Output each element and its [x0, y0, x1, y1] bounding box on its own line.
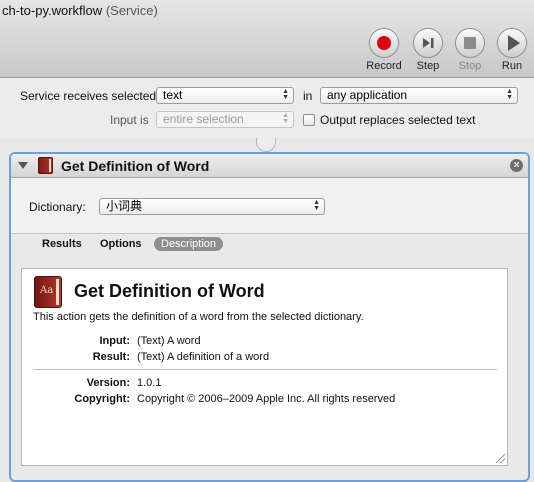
action-tabs: Results Options Description — [11, 234, 528, 256]
description-pane: Aa Get Definition of Word This action ge… — [21, 268, 508, 466]
input-key: Input: — [99, 335, 130, 347]
tab-options[interactable]: Options — [100, 238, 142, 250]
close-icon[interactable]: × — [510, 159, 523, 172]
book-icon-text: Aa — [40, 285, 54, 296]
run-icon — [508, 35, 520, 51]
dictionary-label: Dictionary: — [29, 200, 86, 214]
action-options: Dictionary: 小词典 ▲ ▼ — [11, 178, 528, 234]
service-receives-label: Service receives selected — [20, 89, 157, 103]
disclosure-triangle-icon[interactable] — [18, 162, 28, 169]
application-popup[interactable]: any application ▲ ▼ — [320, 87, 518, 104]
popup-arrows-icon: ▲ ▼ — [313, 199, 320, 212]
window-title-name: ch-to-py.workflow — [2, 3, 103, 18]
description-summary: This action gets the definition of a wor… — [33, 311, 364, 323]
stop-icon — [464, 37, 476, 49]
popup-arrows-icon: ▲ ▼ — [282, 88, 289, 101]
service-receives-popup[interactable]: text ▲ ▼ — [156, 87, 294, 104]
service-receives-value: text — [163, 88, 183, 102]
resize-grip-icon[interactable] — [496, 454, 505, 463]
divider — [33, 369, 497, 370]
copyright-key: Copyright: — [74, 393, 130, 405]
input-value: (Text) A word — [137, 335, 201, 347]
input-is-popup[interactable]: entire selection ▲ ▼ — [156, 111, 294, 128]
window-title-subtitle: (Service) — [105, 3, 158, 18]
tab-results[interactable]: Results — [42, 238, 82, 250]
run-button[interactable]: Run — [490, 28, 534, 72]
step-icon — [423, 38, 434, 48]
action-header: Get Definition of Word × — [11, 154, 528, 178]
step-label: Step — [416, 60, 440, 72]
in-label: in — [303, 89, 313, 103]
output-replaces-checkbox[interactable] — [303, 114, 315, 126]
application-value: any application — [327, 88, 408, 102]
tab-description[interactable]: Description — [154, 237, 224, 251]
action-panel[interactable]: Get Definition of Word × Dictionary: 小词典… — [9, 152, 530, 482]
input-is-value: entire selection — [163, 112, 244, 126]
popup-arrows-icon: ▲ ▼ — [282, 112, 289, 125]
version-key: Version: — [86, 377, 130, 389]
version-value: 1.0.1 — [137, 377, 162, 389]
service-settings: Service receives selected text ▲ ▼ in any… — [0, 78, 534, 138]
stop-button[interactable]: Stop — [448, 28, 492, 72]
copyright-value: Copyright © 2006–2009 Apple Inc. All rig… — [137, 393, 396, 405]
window-toolbar: ch-to-py.workflow (Service) Record Step … — [0, 0, 534, 78]
popup-arrows-icon: ▲ ▼ — [506, 88, 513, 101]
result-value: (Text) A definition of a word — [137, 351, 270, 363]
record-label: Record — [366, 60, 402, 72]
output-replaces-label: Output replaces selected text — [320, 113, 476, 127]
input-is-label: Input is — [110, 113, 149, 127]
record-icon — [377, 36, 391, 50]
window-title: ch-to-py.workflow (Service) — [2, 3, 158, 18]
result-key: Result: — [92, 351, 130, 363]
description-title: Get Definition of Word — [74, 281, 265, 301]
stop-label: Stop — [458, 60, 482, 72]
dictionary-book-icon: Aa — [34, 276, 62, 308]
run-label: Run — [501, 60, 523, 72]
dictionary-popup[interactable]: 小词典 ▲ ▼ — [99, 198, 325, 215]
dictionary-book-icon — [38, 157, 53, 174]
dictionary-value: 小词典 — [106, 199, 143, 213]
step-button[interactable]: Step — [406, 28, 450, 72]
action-title: Get Definition of Word — [61, 158, 210, 174]
action-connector — [256, 138, 276, 152]
record-button[interactable]: Record — [362, 28, 406, 72]
